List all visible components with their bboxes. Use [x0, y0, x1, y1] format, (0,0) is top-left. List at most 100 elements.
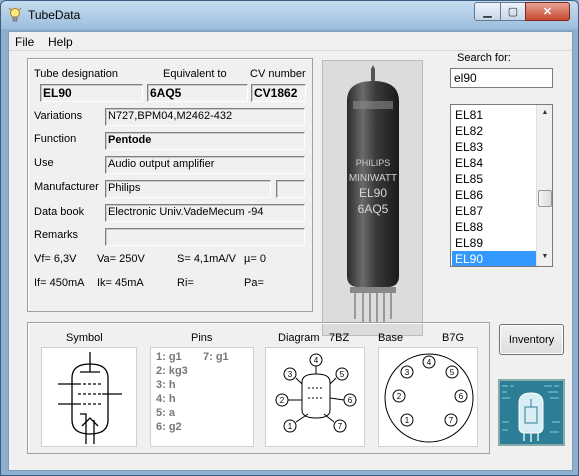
cv-number-field[interactable]: CV1862	[251, 84, 306, 102]
mu-value: µ= 0	[244, 253, 266, 265]
function-label: Function	[34, 133, 77, 145]
equivalent-label: Equivalent to	[163, 68, 227, 80]
app-logo	[498, 379, 565, 446]
list-item[interactable]: EL83	[452, 139, 536, 155]
list-item[interactable]: EL89	[452, 235, 536, 251]
pin-2: 2: kg3	[156, 365, 188, 377]
photo-line2: MINIWATT	[349, 173, 397, 184]
use-label: Use	[34, 157, 54, 169]
scroll-thumb[interactable]	[538, 190, 552, 207]
pentode-symbol-icon	[58, 352, 122, 444]
base-box: 4 5 6 7 1 2 3	[378, 347, 478, 447]
svg-text:3: 3	[288, 370, 293, 379]
minimize-button[interactable]: ▁	[474, 2, 501, 21]
svg-text:1: 1	[405, 416, 410, 425]
lightbulb-icon	[8, 7, 22, 22]
equivalent-field[interactable]: 6AQ5	[147, 84, 248, 102]
pin-4: 4: h	[156, 393, 176, 405]
list-item[interactable]: EL82	[452, 123, 536, 139]
tube-list[interactable]: EL81 EL82 EL83 EL84 EL85 EL86 EL87 EL88 …	[450, 104, 553, 267]
data-book-label: Data book	[34, 206, 85, 218]
tube-logo-icon	[500, 381, 563, 444]
base-label: Base	[378, 332, 404, 344]
pin-1: 1: g1	[156, 351, 182, 363]
search-input[interactable]	[450, 68, 553, 88]
base-diagram-icon: 4 5 6 7 1 2 3	[384, 353, 474, 443]
title-bar[interactable]: TubeData ▁ ▢ ✕	[1, 1, 578, 29]
svg-text:3: 3	[405, 368, 410, 377]
pin-7: 7: g1	[203, 351, 229, 363]
pin-6: 6: g2	[156, 421, 182, 433]
diagram-code: 7BZ	[329, 332, 350, 344]
pins-label: Pins	[191, 332, 213, 344]
search-label: Search for:	[457, 52, 511, 64]
scroll-up-icon[interactable]: ▲	[539, 107, 551, 119]
close-button[interactable]: ✕	[525, 2, 570, 21]
svg-text:2: 2	[397, 392, 402, 401]
svg-text:7: 7	[338, 422, 343, 431]
list-item[interactable]: EL87	[452, 203, 536, 219]
photo-type: EL90	[359, 186, 387, 200]
pa-value: Pa=	[244, 277, 264, 289]
list-item[interactable]: EL84	[452, 155, 536, 171]
remarks-label: Remarks	[34, 229, 79, 241]
svg-text:4: 4	[427, 358, 432, 367]
photo-equiv: 6AQ5	[358, 202, 389, 216]
svg-text:2: 2	[280, 396, 285, 405]
svg-text:7: 7	[449, 416, 454, 425]
pin-3: 3: h	[156, 379, 176, 391]
vf-value: Vf= 6,3V	[34, 253, 77, 265]
close-icon: ✕	[542, 6, 553, 18]
manufacturer-extra-field[interactable]	[276, 180, 305, 198]
scroll-down-icon[interactable]: ▼	[539, 251, 551, 263]
app-window: TubeData ▁ ▢ ✕ File Help Tube designatio…	[0, 0, 579, 476]
symbol-label: Symbol	[66, 332, 103, 344]
menu-help[interactable]: Help	[48, 35, 73, 49]
pin-diagram-icon: 4 5 6 7 1 2 3	[275, 353, 357, 433]
svg-text:5: 5	[450, 368, 455, 377]
pins-box: 1: g1 7: g1 2: kg3 3: h 4: h 5: a 6: g2	[150, 347, 254, 447]
list-scrollbar[interactable]: ▲ ▼	[536, 105, 552, 266]
ri-value: Ri=	[177, 277, 194, 289]
manufacturer-label: Manufacturer	[34, 181, 99, 193]
ik-value: Ik= 45mA	[97, 277, 144, 289]
pin-5: 5: a	[156, 407, 175, 419]
tube-designation-field[interactable]: EL90	[40, 84, 143, 102]
diagram-box: 4 5 6 7 1 2 3	[265, 347, 365, 447]
svg-text:4: 4	[314, 356, 319, 365]
maximize-button[interactable]: ▢	[500, 2, 526, 21]
maximize-icon: ▢	[507, 6, 519, 18]
tube-image: PHILIPS MINIWATT EL90 6AQ5	[347, 65, 399, 323]
manufacturer-field[interactable]: Philips	[105, 180, 271, 198]
va-value: Va= 250V	[97, 253, 145, 265]
remarks-field[interactable]	[105, 228, 305, 246]
tube-designation-label: Tube designation	[34, 68, 118, 80]
client-area: File Help Tube designation Equivalent to…	[8, 31, 573, 471]
diagram-label: Diagram	[278, 332, 320, 344]
base-code: B7G	[442, 332, 465, 344]
use-field[interactable]: Audio output amplifier	[105, 156, 305, 174]
cv-number-label: CV number	[250, 68, 306, 80]
list-item[interactable]: EL86	[452, 187, 536, 203]
variations-label: Variations	[34, 110, 83, 122]
s-value: S= 4,1mA/V	[177, 253, 237, 265]
minimize-icon: ▁	[483, 6, 492, 18]
function-field[interactable]: Pentode	[105, 132, 305, 150]
menu-bar: File Help	[9, 32, 572, 51]
menu-file[interactable]: File	[15, 35, 34, 49]
data-book-field[interactable]: Electronic Univ.VadeMecum -94	[105, 204, 305, 222]
inventory-button[interactable]: Inventory	[499, 324, 564, 355]
tube-photo: PHILIPS MINIWATT EL90 6AQ5	[322, 60, 423, 336]
symbol-box	[41, 347, 137, 447]
photo-brand: PHILIPS	[356, 158, 391, 168]
svg-text:5: 5	[340, 370, 345, 379]
list-item-selected[interactable]: EL90	[452, 251, 536, 266]
svg-text:6: 6	[348, 396, 353, 405]
list-item[interactable]: EL81	[452, 107, 536, 123]
if-value: If= 450mA	[34, 277, 85, 289]
list-item[interactable]: EL85	[452, 171, 536, 187]
svg-text:1: 1	[288, 422, 293, 431]
variations-field[interactable]: N727,BPM04,M2462-432	[105, 108, 305, 126]
list-item[interactable]: EL88	[452, 219, 536, 235]
svg-text:6: 6	[459, 392, 464, 401]
